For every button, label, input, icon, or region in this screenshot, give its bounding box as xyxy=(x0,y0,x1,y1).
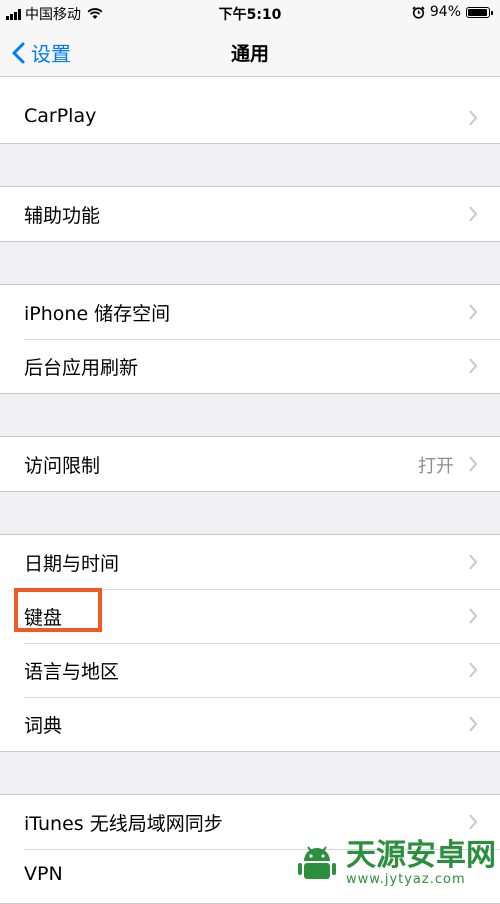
row-restrictions[interactable]: 访问限制 打开 xyxy=(0,437,500,491)
chevron-right-icon xyxy=(469,554,478,570)
row-iphone-storage[interactable]: iPhone 储存空间 xyxy=(0,285,500,339)
battery-percent: 94% xyxy=(429,4,461,20)
row-label: iPhone 储存空间 xyxy=(24,303,171,325)
keyboard-highlight-box xyxy=(14,588,102,632)
row-label: 辅助功能 xyxy=(24,205,101,227)
row-label: VPN xyxy=(24,863,63,885)
settings-group: iPhone 储存空间 后台应用刷新 xyxy=(0,284,500,394)
row-accessibility[interactable]: 辅助功能 xyxy=(0,187,500,241)
row-carplay[interactable]: CarPlay xyxy=(0,77,500,143)
row-label: 语言与地区 xyxy=(24,661,120,683)
status-bar: 中国移动 下午5:10 94% xyxy=(0,0,500,26)
chevron-right-icon xyxy=(469,456,478,472)
settings-group: CarPlay xyxy=(0,77,500,144)
chevron-right-icon xyxy=(469,814,478,830)
battery-icon xyxy=(466,6,493,18)
watermark-text: 天源安卓网 www.jytyaz.com xyxy=(346,838,496,888)
row-label: 日期与时间 xyxy=(24,553,120,575)
watermark-url: www.jytyaz.com xyxy=(346,872,466,887)
chevron-right-icon xyxy=(469,662,478,678)
watermark-title: 天源安卓网 xyxy=(346,838,496,873)
android-logo-icon xyxy=(298,845,336,879)
chevron-right-icon xyxy=(469,110,478,126)
watermark: 天源安卓网 www.jytyaz.com xyxy=(294,840,496,887)
row-value: 打开 xyxy=(418,456,454,477)
row-dictionary[interactable]: 词典 xyxy=(0,697,500,751)
row-label: 词典 xyxy=(24,715,63,737)
row-label: iTunes 无线局域网同步 xyxy=(24,813,223,835)
nav-bar: 设置 通用 xyxy=(0,26,500,77)
settings-list: CarPlay 辅助功能 iPhone 储存空间 后台应用刷新 访问限制 打开 xyxy=(0,77,500,904)
page-title: 通用 xyxy=(230,43,269,65)
chevron-right-icon xyxy=(469,608,478,624)
chevron-right-icon xyxy=(469,304,478,320)
row-background-refresh[interactable]: 后台应用刷新 xyxy=(0,339,500,393)
status-right: 94% xyxy=(412,4,493,20)
row-label: CarPlay xyxy=(24,105,97,127)
settings-group: 访问限制 打开 xyxy=(0,436,500,492)
chevron-right-icon xyxy=(469,716,478,732)
alarm-icon xyxy=(412,5,425,19)
settings-group: 日期与时间 键盘 语言与地区 词典 xyxy=(0,534,500,752)
row-label: 后台应用刷新 xyxy=(24,357,139,379)
settings-group: 辅助功能 xyxy=(0,186,500,242)
chevron-right-icon xyxy=(469,358,478,374)
row-date-time[interactable]: 日期与时间 xyxy=(0,535,500,589)
battery-fill xyxy=(468,8,487,16)
row-label: 访问限制 xyxy=(24,455,101,477)
row-language-region[interactable]: 语言与地区 xyxy=(0,643,500,697)
chevron-right-icon xyxy=(469,206,478,222)
